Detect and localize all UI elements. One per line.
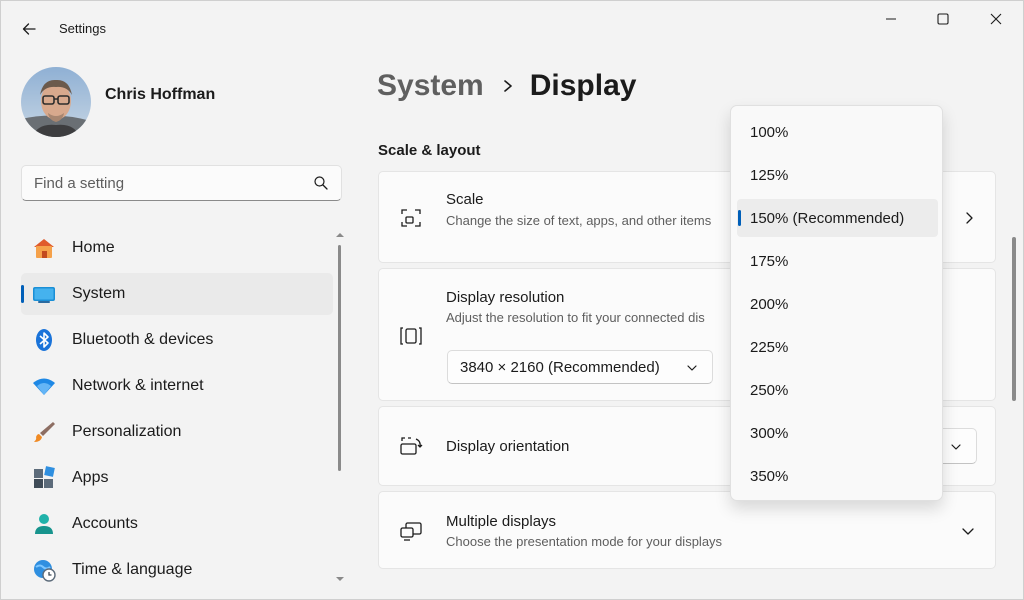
option-label: 225%: [750, 338, 789, 356]
user-name: Chris Hoffman: [105, 86, 216, 103]
resolution-subtitle: Adjust the resolution to fit your connec…: [446, 310, 705, 325]
sidebar-item-label: Personalization: [72, 423, 182, 440]
minimize-button[interactable]: [865, 1, 917, 37]
breadcrumb: System Display: [377, 69, 636, 103]
sidebar-nav: Home System Bluetooth & devices Network …: [21, 227, 333, 595]
sidebar-item-label: Network & internet: [72, 377, 204, 394]
close-icon: [990, 13, 1002, 25]
option-label: 125%: [750, 166, 789, 184]
sidebar-scrollbar[interactable]: [334, 231, 346, 587]
apps-icon: [32, 466, 56, 490]
option-label: 150% (Recommended): [750, 209, 905, 227]
resolution-select[interactable]: 3840 × 2160 (Recommended): [447, 350, 713, 384]
scroll-up-icon: [336, 233, 344, 237]
bluetooth-icon: [32, 328, 56, 352]
page-title: Display: [529, 69, 637, 102]
search-icon[interactable]: [313, 175, 329, 191]
home-icon: [32, 236, 56, 260]
scale-icon: [401, 209, 421, 227]
sidebar-item-apps[interactable]: Apps: [21, 457, 333, 499]
scale-subtitle: Change the size of text, apps, and other…: [446, 213, 712, 228]
scale-option-150[interactable]: 150% (Recommended): [737, 199, 938, 237]
back-arrow-icon: [22, 23, 36, 35]
scale-option-175[interactable]: 175%: [737, 242, 938, 280]
wifi-icon: [32, 374, 56, 398]
scale-dropdown: 100% 125% 150% (Recommended) 175% 200% 2…: [730, 105, 943, 501]
back-button[interactable]: [13, 13, 45, 45]
breadcrumb-parent[interactable]: System: [377, 69, 484, 103]
chevron-down-icon[interactable]: [960, 523, 976, 539]
sidebar-item-label: Accounts: [72, 515, 138, 532]
option-label: 350%: [750, 467, 789, 485]
scale-option-250[interactable]: 250%: [737, 371, 938, 409]
system-icon: [32, 282, 56, 306]
chevron-right-icon[interactable]: [961, 210, 977, 226]
sidebar-item-label: Apps: [72, 469, 109, 486]
close-button[interactable]: [970, 1, 1022, 37]
sidebar-item-label: System: [72, 285, 126, 302]
resolution-value: 3840 × 2160 (Recommended): [460, 358, 660, 376]
option-label: 200%: [750, 295, 789, 313]
chevron-right-icon: [502, 78, 514, 94]
option-label: 175%: [750, 252, 789, 270]
scroll-down-icon: [336, 577, 344, 581]
sidebar-item-personalization[interactable]: Personalization: [21, 411, 333, 453]
maximize-icon: [937, 13, 949, 25]
scale-title: Scale: [446, 191, 484, 208]
sidebar-item-system[interactable]: System: [21, 273, 333, 315]
scale-option-300[interactable]: 300%: [737, 414, 938, 452]
maximize-button[interactable]: [917, 1, 969, 37]
resolution-icon: [400, 327, 422, 345]
resolution-title: Display resolution: [446, 289, 565, 306]
sidebar-item-label: Time & language: [72, 561, 193, 578]
main-scrollbar[interactable]: [1012, 237, 1016, 401]
multiple-displays-card[interactable]: Multiple displays Choose the presentatio…: [378, 491, 996, 569]
option-label: 300%: [750, 424, 789, 442]
scale-option-200[interactable]: 200%: [737, 285, 938, 323]
globe-clock-icon: [32, 558, 56, 582]
multiple-displays-icon: [400, 522, 422, 541]
sidebar-item-time-language[interactable]: Time & language: [21, 549, 333, 591]
scale-option-225[interactable]: 225%: [737, 328, 938, 366]
multiple-displays-title: Multiple displays: [446, 513, 557, 530]
minimize-icon: [886, 18, 896, 20]
search-box: [21, 165, 342, 201]
sidebar-item-bluetooth-devices[interactable]: Bluetooth & devices: [21, 319, 333, 361]
sidebar-item-home[interactable]: Home: [21, 227, 333, 269]
orientation-icon: [400, 437, 423, 455]
option-label: 250%: [750, 381, 789, 399]
settings-window: Settings Chris Hoffman Find a setting Ho…: [0, 0, 1024, 600]
sidebar-scroll-thumb[interactable]: [338, 245, 341, 471]
title-bar: Settings: [1, 1, 1023, 49]
option-label: 100%: [750, 123, 789, 141]
avatar[interactable]: [21, 67, 91, 137]
section-title: Scale & layout: [378, 142, 481, 159]
chevron-down-icon: [687, 365, 697, 371]
app-title: Settings: [59, 21, 106, 36]
scale-option-125[interactable]: 125%: [737, 156, 938, 194]
scale-option-100[interactable]: 100%: [737, 113, 938, 151]
orientation-title: Display orientation: [446, 438, 570, 455]
brush-icon: [32, 420, 56, 444]
sidebar-item-label: Home: [72, 239, 115, 256]
sidebar-item-network-internet[interactable]: Network & internet: [21, 365, 333, 407]
chevron-down-icon: [951, 444, 961, 450]
person-icon: [32, 512, 56, 536]
sidebar-item-accounts[interactable]: Accounts: [21, 503, 333, 545]
scale-option-350[interactable]: 350%: [737, 457, 938, 495]
sidebar-item-label: Bluetooth & devices: [72, 331, 214, 348]
multiple-displays-subtitle: Choose the presentation mode for your di…: [446, 534, 723, 549]
search-input[interactable]: [22, 166, 302, 200]
user-photo-icon: [21, 67, 91, 137]
